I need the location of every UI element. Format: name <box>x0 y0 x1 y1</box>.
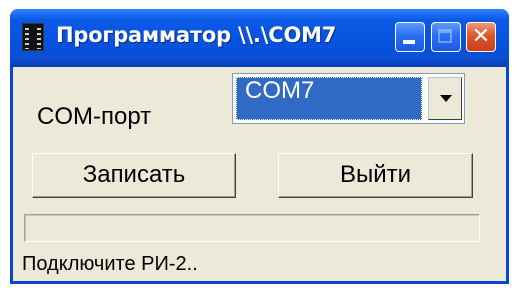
film-app-icon <box>22 23 44 51</box>
dropdown-arrow-icon <box>440 95 452 102</box>
progress-bar <box>24 214 480 242</box>
com-port-select[interactable]: COM7 <box>232 73 465 124</box>
write-button[interactable]: Записать <box>32 153 236 198</box>
title-bar[interactable]: Программатор \\.\COM7 ✕ <box>10 9 509 67</box>
com-port-dropdown-button[interactable] <box>428 77 462 120</box>
status-text: Подключите РИ-2.. <box>22 253 198 275</box>
window-title: Программатор \\.\COM7 <box>56 23 337 47</box>
close-icon: ✕ <box>471 24 491 49</box>
minimize-button[interactable] <box>395 22 425 52</box>
exit-button[interactable]: Выйти <box>278 153 473 198</box>
com-port-selected-value: COM7 <box>236 77 422 120</box>
programmer-window: Программатор \\.\COM7 ✕ <box>10 9 509 284</box>
minimize-icon <box>403 40 415 44</box>
maximize-icon <box>438 29 452 43</box>
close-button[interactable]: ✕ <box>466 22 496 52</box>
maximize-button[interactable] <box>431 22 461 52</box>
com-port-label: COM-порт <box>37 103 152 130</box>
